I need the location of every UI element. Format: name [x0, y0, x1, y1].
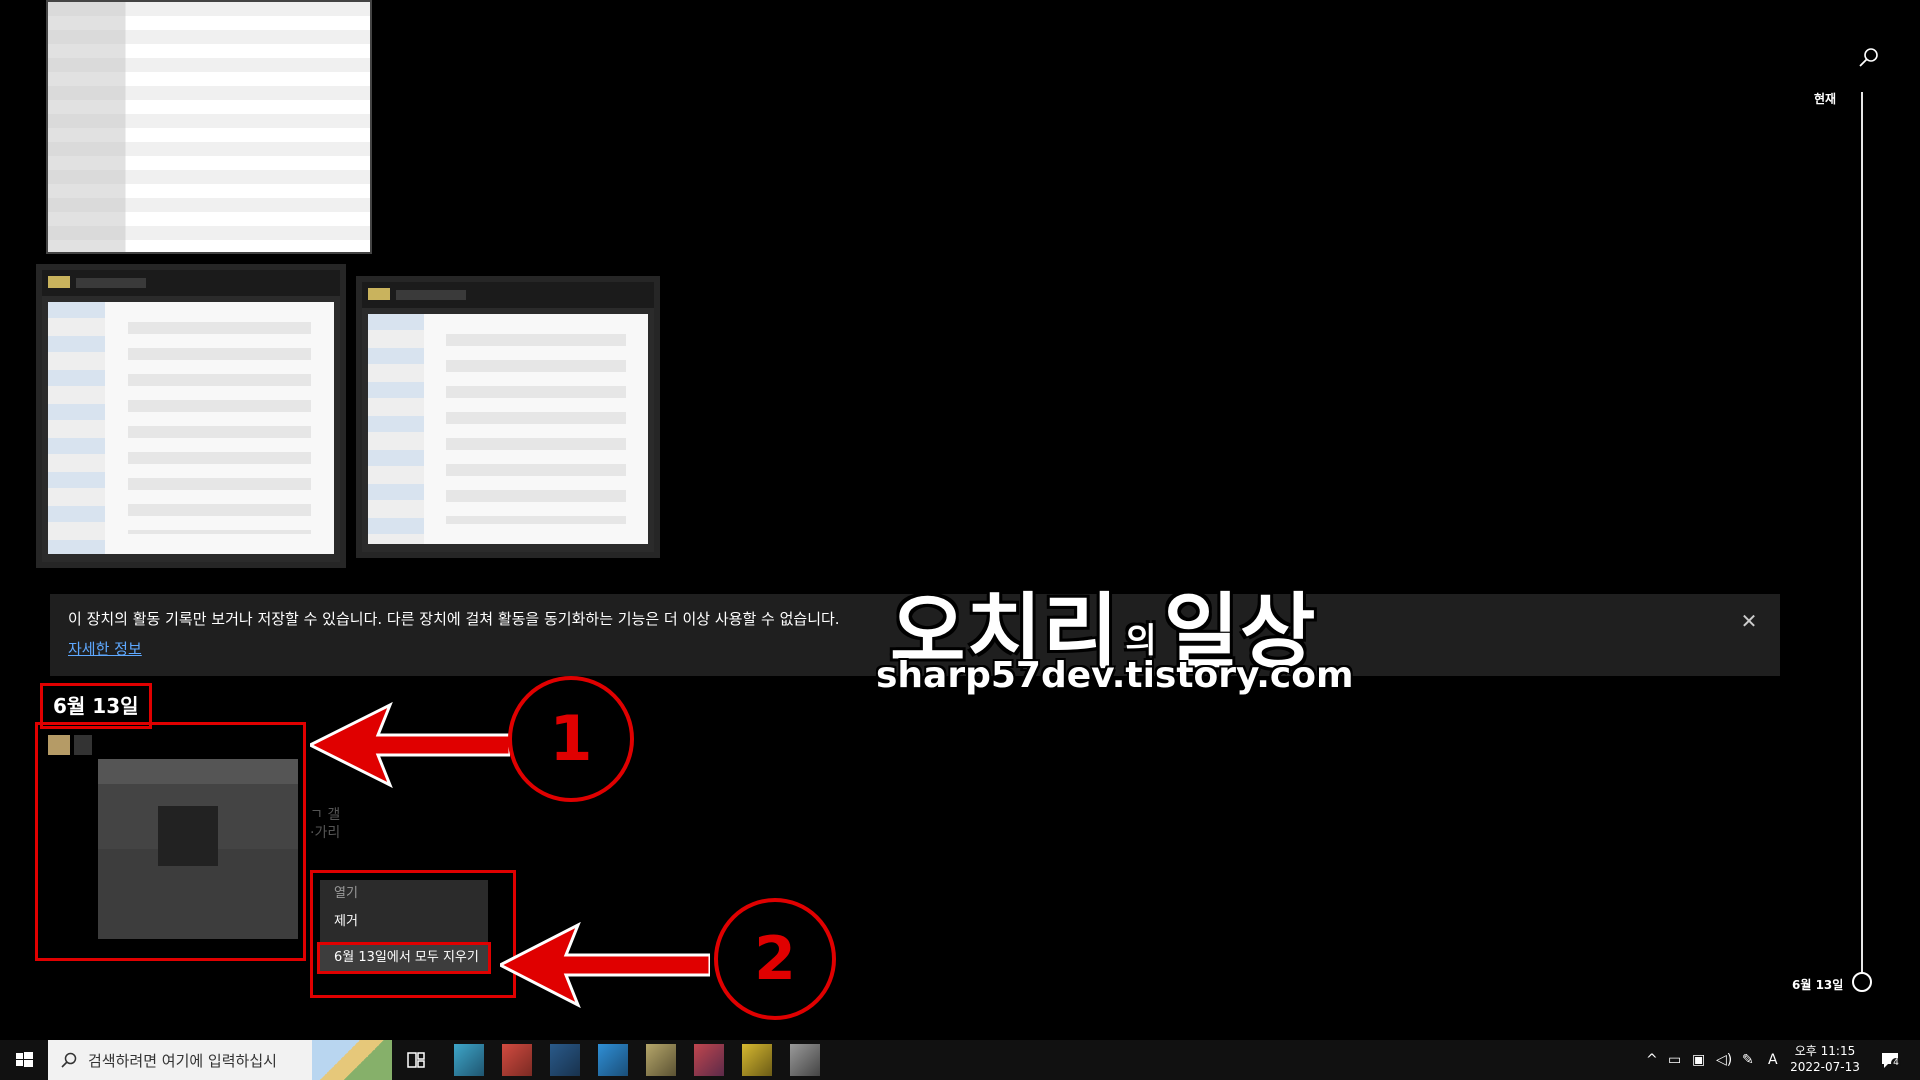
windows-start-icon[interactable] — [0, 1040, 48, 1080]
taskbar-app-8[interactable] — [790, 1044, 820, 1076]
watermark-url: sharp57dev.tistory.com — [876, 655, 1354, 696]
window-titlebar — [42, 270, 340, 296]
blurred-content — [48, 302, 334, 554]
battery-icon[interactable]: ▭ — [1668, 1052, 1681, 1068]
context-menu: 열기 제거 6월 13일에서 모두 지우기 — [317, 880, 491, 974]
taskbar-app-4[interactable] — [598, 1044, 628, 1076]
taskbar-app-2[interactable] — [502, 1044, 532, 1076]
search-highlight-image — [312, 1040, 392, 1080]
annotation-arrow-2 — [500, 922, 710, 1008]
timeline-scrollbar-thumb[interactable] — [1852, 972, 1872, 992]
app-icon — [48, 276, 70, 288]
activity-thumbnail-window-1[interactable] — [36, 264, 346, 568]
taskbar-app-1[interactable] — [454, 1044, 484, 1076]
clock[interactable]: 오후 11:15 2022-07-13 — [1785, 1043, 1865, 1075]
activity-thumbnail-top[interactable] — [46, 0, 372, 254]
notification-count: 4 — [1891, 1058, 1901, 1068]
search-icon[interactable] — [1858, 46, 1880, 68]
ime-indicator[interactable]: A — [1768, 1052, 1778, 1068]
timeline-now-label: 현재 — [1814, 92, 1837, 106]
faded-line-2: ·가리 — [310, 825, 341, 841]
window-titlebar — [362, 282, 654, 308]
blurred-preview — [98, 759, 298, 939]
app-icon — [48, 735, 70, 755]
activity-thumbnail-window-2[interactable] — [356, 276, 660, 558]
blurred-title — [76, 278, 146, 288]
learn-more-link[interactable]: 자세한 정보 — [68, 638, 142, 659]
blurred-title — [396, 290, 466, 300]
faded-line-1: ㄱ 갤 — [310, 807, 341, 823]
taskbar-app-5[interactable] — [646, 1044, 676, 1076]
search-placeholder: 검색하려면 여기에 입력하십시 — [88, 1052, 277, 1070]
annotation-number-1: 1 — [508, 676, 634, 802]
app-icon — [368, 288, 390, 300]
taskbar-search-box[interactable]: 검색하려면 여기에 입력하십시 — [48, 1040, 392, 1080]
search-icon — [61, 1052, 77, 1068]
network-icon[interactable]: ▣ — [1692, 1052, 1705, 1068]
taskbar: 검색하려면 여기에 입력하십시 ^ ▭ ▣ ◁) ✎ A 오후 11:15 20… — [0, 1040, 1920, 1080]
close-icon[interactable]: ✕ — [1738, 610, 1760, 632]
taskbar-app-3[interactable] — [550, 1044, 580, 1076]
activity-card[interactable] — [35, 722, 306, 961]
menu-item-clear-all[interactable]: 6월 13일에서 모두 지우기 — [317, 942, 491, 974]
menu-item-open[interactable]: 열기 — [320, 880, 488, 908]
clock-date: 2022-07-13 — [1790, 1060, 1860, 1074]
taskbar-app-7[interactable] — [742, 1044, 772, 1076]
notice-message: 이 장치의 활동 기록만 보거나 저장할 수 있습니다. 다른 장치에 걸쳐 활… — [68, 610, 840, 628]
blurred-content — [48, 2, 370, 252]
faded-card-text: ㄱ 갤 ·가리 — [310, 806, 340, 842]
volume-icon[interactable]: ◁) — [1716, 1052, 1732, 1068]
blurred-content — [368, 314, 648, 544]
timeline-scrollbar-track[interactable] — [1861, 92, 1863, 974]
chevron-up-icon[interactable]: ^ — [1646, 1052, 1658, 1068]
notification-center-icon[interactable]: 4 — [1880, 1050, 1901, 1070]
pen-icon[interactable]: ✎ — [1742, 1052, 1754, 1068]
task-view-icon[interactable] — [406, 1050, 426, 1070]
system-tray: ^ ▭ ▣ ◁) ✎ A — [1630, 1040, 1920, 1080]
annotation-arrow-1 — [310, 701, 510, 789]
timeline-date-label: 6월 13일 — [1792, 978, 1844, 992]
taskbar-app-6[interactable] — [694, 1044, 724, 1076]
menu-item-remove[interactable]: 제거 — [320, 908, 488, 936]
annotation-number-2: 2 — [714, 898, 836, 1020]
blurred-title — [74, 735, 92, 755]
clock-time: 오후 11:15 — [1794, 1044, 1856, 1058]
